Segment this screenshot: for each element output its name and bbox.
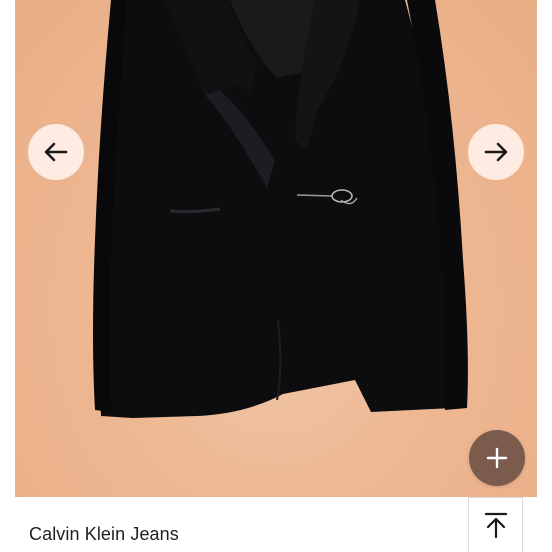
blazer-photo <box>93 0 468 418</box>
arrow-right-icon <box>484 142 508 162</box>
add-button[interactable] <box>469 430 525 486</box>
product-image[interactable] <box>15 0 537 497</box>
arrow-up-to-top-icon <box>484 512 507 539</box>
brand-name: Calvin Klein Jeans <box>29 524 179 544</box>
previous-image-button[interactable] <box>28 124 84 180</box>
next-image-button[interactable] <box>468 124 524 180</box>
plus-icon <box>486 447 508 469</box>
arrow-left-icon <box>44 142 68 162</box>
scroll-to-top-button[interactable] <box>468 497 523 552</box>
